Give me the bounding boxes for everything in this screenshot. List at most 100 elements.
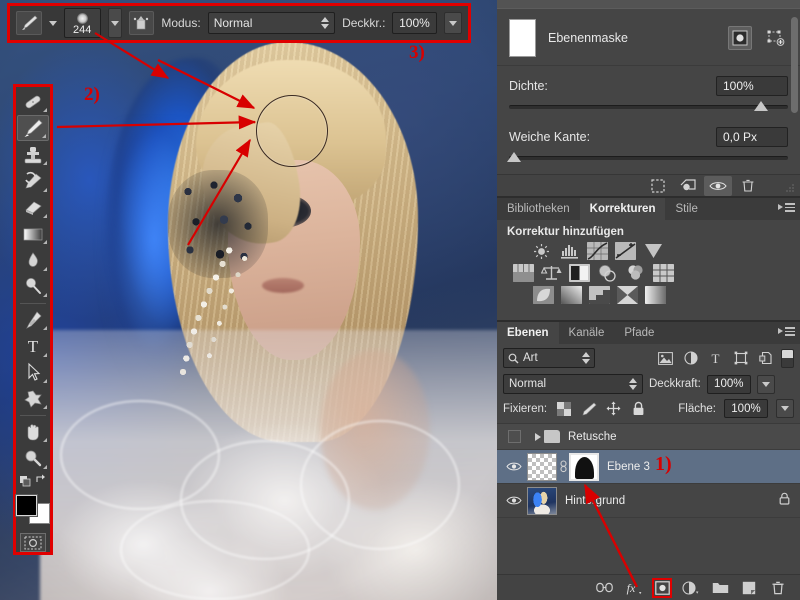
new-layer-button[interactable] <box>739 578 759 598</box>
panel-resize-grip[interactable] <box>785 182 797 194</box>
sidebar-item-gradient-tool[interactable] <box>17 221 49 246</box>
tab-ebenen[interactable]: Ebenen <box>497 322 559 344</box>
layer-opacity-input[interactable]: 100% <box>706 374 751 394</box>
tool-preset-caret-icon[interactable] <box>48 20 57 26</box>
current-tool-icon[interactable] <box>16 11 42 35</box>
tab-bibliotheken[interactable]: Bibliotheken <box>497 198 580 220</box>
levels-button[interactable] <box>559 242 580 260</box>
feather-input[interactable]: 0,0 Px <box>716 127 788 147</box>
filter-type-button[interactable]: T <box>706 349 725 367</box>
density-slider-thumb[interactable] <box>754 101 768 111</box>
selective-color-button[interactable] <box>645 286 666 304</box>
tab-pfade[interactable]: Pfade <box>614 322 665 344</box>
vibrance-button[interactable] <box>643 242 664 260</box>
exposure-button[interactable] <box>615 242 636 260</box>
sidebar-item-type-tool[interactable]: T <box>17 333 49 358</box>
table-row[interactable]: Hintergrund <box>497 484 800 518</box>
pixel-mask-button[interactable] <box>728 26 752 50</box>
sidebar-item-hand-tool[interactable] <box>17 419 49 444</box>
lock-pixels-button[interactable] <box>580 401 597 417</box>
brush-preset-caret-button[interactable] <box>107 8 122 38</box>
panel-menu-button[interactable] <box>778 327 795 336</box>
lock-position-button[interactable] <box>605 401 622 417</box>
layer-opacity-slider-button[interactable] <box>756 374 775 394</box>
properties-scrollbar[interactable] <box>791 17 798 113</box>
sidebar-item-pen-tool[interactable] <box>17 307 49 332</box>
filter-shape-button[interactable] <box>731 349 750 367</box>
tab-stile[interactable]: Stile <box>665 198 708 220</box>
tab-korrekturen[interactable]: Korrekturen <box>579 198 666 220</box>
load-selection-button[interactable] <box>644 176 672 196</box>
brush-panel-toggle[interactable] <box>128 11 155 35</box>
filter-adjustment-button[interactable] <box>681 349 700 367</box>
delete-layer-button[interactable] <box>768 578 788 598</box>
panel-menu-button[interactable] <box>778 203 795 212</box>
link-layers-button[interactable] <box>594 578 614 598</box>
filter-smart-object-button[interactable] <box>756 349 775 367</box>
sidebar-item-clone-stamp-tool[interactable] <box>17 142 49 167</box>
brightness-contrast-button[interactable] <box>531 242 552 260</box>
add-layer-mask-button[interactable] <box>652 577 672 598</box>
lock-transparency-button[interactable] <box>555 401 572 417</box>
mask-link-icon[interactable] <box>557 460 569 473</box>
blend-mode-select[interactable]: Normal <box>207 12 336 34</box>
filter-enable-toggle[interactable] <box>781 348 794 368</box>
black-white-button[interactable] <box>569 264 590 282</box>
fill-input[interactable]: 100% <box>724 399 768 418</box>
brush-preset-picker[interactable]: 244 <box>63 8 101 38</box>
sidebar-item-healing-brush-tool[interactable] <box>17 89 49 114</box>
sidebar-item-history-brush-tool[interactable] <box>17 168 49 193</box>
sidebar-item-dodge-tool[interactable] <box>17 274 49 299</box>
sidebar-item-zoom-tool[interactable] <box>17 445 49 470</box>
sidebar-item-custom-shape-tool[interactable] <box>17 386 49 411</box>
apply-mask-button[interactable] <box>674 176 702 196</box>
filter-pixel-button[interactable] <box>656 349 675 367</box>
chevron-right-icon[interactable] <box>535 432 541 441</box>
table-row[interactable]: Ebene 3 <box>497 450 800 484</box>
layer-visibility-toggle[interactable] <box>501 461 527 472</box>
sidebar-item-eraser-tool[interactable] <box>17 195 49 220</box>
sidebar-item-path-selection-tool[interactable] <box>17 360 49 385</box>
color-lookup-button[interactable] <box>653 264 674 282</box>
table-row[interactable]: Retusche <box>497 424 800 450</box>
toggle-mask-visibility-button[interactable] <box>704 175 732 196</box>
default-and-swap-colors[interactable] <box>17 472 49 491</box>
posterize-button[interactable] <box>561 286 582 304</box>
lock-all-button[interactable] <box>630 401 647 417</box>
curves-button[interactable] <box>587 242 608 260</box>
layer-thumbnail[interactable] <box>527 452 557 481</box>
opacity-input[interactable]: 100% <box>392 12 437 34</box>
tab-kanaele[interactable]: Kanäle <box>558 322 615 344</box>
threshold-button[interactable] <box>589 286 610 304</box>
fill-slider-button[interactable] <box>776 399 794 418</box>
layer-visibility-toggle[interactable] <box>501 430 527 443</box>
delete-mask-button[interactable] <box>734 176 762 196</box>
foreground-color-swatch[interactable] <box>15 494 38 518</box>
sidebar-item-brush-tool[interactable] <box>17 115 49 141</box>
channel-mixer-button[interactable] <box>625 264 646 282</box>
layer-mask-thumbnail[interactable] <box>569 452 599 481</box>
density-input[interactable]: 100% <box>716 76 788 96</box>
new-adjustment-layer-button[interactable] <box>681 578 701 598</box>
layer-blend-mode-select[interactable]: Normal <box>503 374 643 394</box>
vector-mask-button[interactable] <box>764 26 788 50</box>
sidebar-item-blur-tool[interactable] <box>17 247 49 272</box>
hue-saturation-button[interactable] <box>513 264 534 282</box>
layer-filter-select[interactable]: Art <box>503 348 595 368</box>
color-swatches[interactable] <box>15 494 50 525</box>
feather-slider-thumb[interactable] <box>507 152 521 162</box>
mask-thumbnail[interactable] <box>509 19 536 57</box>
layer-thumbnail[interactable] <box>527 486 557 515</box>
feather-slider[interactable] <box>507 152 788 162</box>
new-group-button[interactable] <box>710 578 730 598</box>
color-balance-button[interactable] <box>541 264 562 282</box>
layer-style-button[interactable]: fx <box>623 578 643 598</box>
layer-visibility-toggle[interactable] <box>501 495 527 506</box>
quick-mask-button[interactable] <box>20 533 46 552</box>
photo-filter-button[interactable] <box>597 264 618 282</box>
invert-button[interactable] <box>533 286 554 304</box>
gradient-map-button[interactable] <box>617 286 638 304</box>
opacity-slider-button[interactable] <box>443 12 463 34</box>
density-slider[interactable] <box>509 101 788 111</box>
document-canvas[interactable] <box>0 0 497 600</box>
